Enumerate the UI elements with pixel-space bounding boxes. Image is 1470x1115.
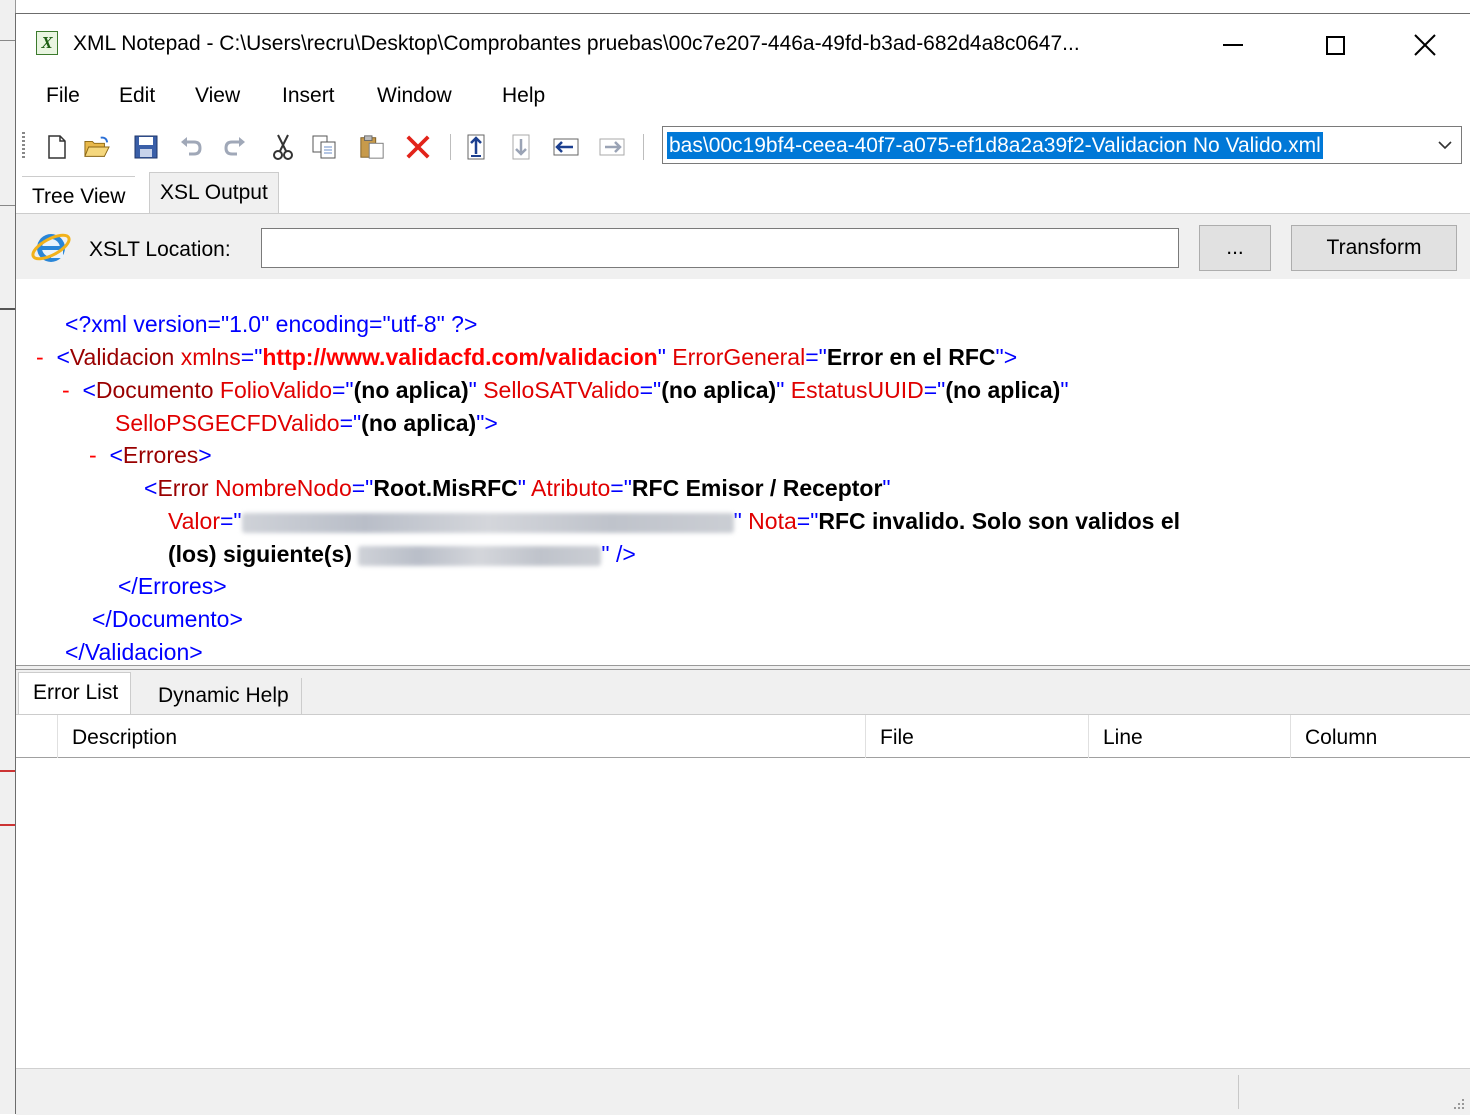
undo-icon[interactable] [178, 134, 204, 160]
collapse-toggle[interactable]: - [36, 344, 44, 370]
column-header-icon[interactable] [16, 715, 57, 758]
redacted-value [241, 512, 734, 533]
xml-notepad-app-icon: X [36, 31, 58, 55]
bottom-tabs: Error List Dynamic Help [16, 670, 1470, 714]
xml-line-validacion: - <Validacion xmlns="http://www.validacf… [36, 344, 1018, 370]
redo-icon[interactable] [222, 134, 248, 160]
close-icon [1414, 34, 1436, 56]
status-bar [16, 1068, 1470, 1115]
tab-error-list[interactable]: Error List [18, 672, 132, 714]
xml-declaration: <?xml version="1.0" encoding="utf-8" ?> [65, 311, 478, 337]
xml-line-close-validacion: </Validacion> [65, 639, 203, 665]
xslt-location-bar: XSLT Location: ... Transform [16, 213, 1470, 279]
column-header-line[interactable]: Line [1088, 715, 1290, 758]
xslt-location-label: XSLT Location: [89, 238, 231, 261]
collapse-toggle[interactable]: - [89, 442, 97, 468]
menu-edit[interactable]: Edit [119, 84, 155, 108]
cut-icon[interactable] [270, 134, 296, 160]
nudge-left-icon[interactable] [553, 134, 579, 160]
delete-icon[interactable] [405, 134, 431, 160]
resize-grip-icon[interactable] [1450, 1095, 1466, 1111]
error-list-header: Description File Line Column [16, 714, 1470, 758]
menu-view[interactable]: View [195, 84, 240, 108]
status-separator [1238, 1075, 1239, 1109]
paste-icon[interactable] [359, 134, 385, 160]
xml-line-error: <Error NombreNodo="Root.MisRFC" Atributo… [144, 475, 891, 501]
close-button[interactable] [1395, 22, 1455, 68]
nudge-up-icon[interactable] [463, 134, 489, 160]
collapse-toggle[interactable]: - [62, 377, 70, 403]
xml-notepad-window: X XML Notepad - C:\Users\recru\Desktop\C… [15, 13, 1470, 1115]
xml-line-error-valor: Valor=" " Nota="RFC invalido. Solo son va… [168, 508, 1181, 534]
menu-window[interactable]: Window [377, 84, 452, 108]
xslt-location-input[interactable] [261, 228, 1179, 268]
column-header-file[interactable]: File [865, 715, 1088, 758]
maximize-button[interactable] [1305, 22, 1365, 68]
internet-explorer-icon [31, 233, 71, 262]
xml-line-errores: - <Errores> [89, 442, 212, 468]
menu-bar: File Edit View Insert Window Help [16, 78, 1470, 116]
toolbar-separator [643, 134, 644, 160]
combo-dropdown-button[interactable] [1429, 127, 1461, 163]
toolbar-grip[interactable] [22, 132, 25, 158]
new-icon[interactable] [44, 134, 70, 160]
xsl-output-view[interactable]: <?xml version="1.0" encoding="utf-8" ?> … [16, 279, 1470, 665]
column-header-column[interactable]: Column [1290, 715, 1470, 758]
background-window-edge [0, 0, 16, 1114]
title-bar: X XML Notepad - C:\Users\recru\Desktop\C… [16, 14, 1470, 76]
save-icon[interactable] [133, 134, 159, 160]
toolbar-separator [450, 134, 451, 160]
tab-dynamic-help[interactable]: Dynamic Help [144, 678, 302, 714]
menu-insert[interactable]: Insert [282, 84, 335, 108]
file-path-combo[interactable]: bas\00c19bf4-ceea-40f7-a075-ef1d8a2a39f2… [662, 126, 1462, 164]
open-icon[interactable] [84, 134, 110, 160]
window-title: XML Notepad - C:\Users\recru\Desktop\Com… [73, 32, 1080, 55]
view-tabs: Tree View XSL Output [16, 172, 1470, 214]
xml-line-documento: - <Documento FolioValido="(no aplica)" S… [62, 377, 1069, 403]
browse-button[interactable]: ... [1199, 225, 1271, 271]
xml-line-error-nota-cont: (los) siguiente(s) " /> [168, 541, 636, 567]
xml-line-documento-cont: SelloPSGECFDValido="(no aplica)"> [115, 410, 498, 436]
minimize-button[interactable] [1203, 22, 1263, 68]
menu-help[interactable]: Help [502, 84, 545, 108]
file-path-selected-text[interactable]: bas\00c19bf4-ceea-40f7-a075-ef1d8a2a39f2… [667, 132, 1323, 159]
error-list-body[interactable] [16, 758, 1470, 1068]
menu-file[interactable]: File [46, 84, 80, 108]
chevron-down-icon [1438, 141, 1452, 150]
copy-icon[interactable] [312, 134, 338, 160]
minimize-icon [1223, 44, 1243, 46]
maximize-icon [1325, 35, 1345, 55]
tab-xsl-output[interactable]: XSL Output [149, 172, 279, 214]
xml-line-close-errores: </Errores> [118, 573, 227, 599]
nudge-down-icon[interactable] [508, 134, 534, 160]
nudge-right-icon[interactable] [599, 134, 625, 160]
column-header-description[interactable]: Description [57, 715, 865, 758]
transform-button[interactable]: Transform [1291, 225, 1457, 271]
tab-tree-view[interactable]: Tree View [22, 176, 136, 214]
xml-line-close-documento: </Documento> [92, 606, 243, 632]
redacted-value [358, 545, 602, 566]
